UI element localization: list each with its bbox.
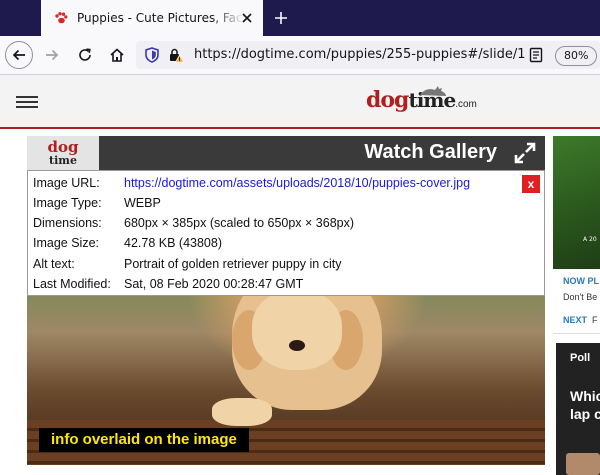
- poll-question-line1: Whic: [570, 388, 600, 404]
- info-value: Portrait of golden retriever puppy in ci…: [124, 257, 342, 271]
- logo-com-text: .com: [455, 99, 477, 110]
- rail-divider: [553, 333, 600, 334]
- image-url-link[interactable]: https://dogtime.com/assets/uploads/2018/…: [124, 176, 470, 190]
- reader-view-icon[interactable]: [528, 47, 544, 63]
- gallery-logo-dog: dog: [47, 138, 79, 156]
- url-text: https://dogtime.com/puppies/255-puppies#…: [194, 47, 526, 62]
- info-key: Image URL:: [33, 176, 100, 190]
- gallery-logo-time: time: [49, 154, 77, 167]
- puppy-head: [252, 290, 342, 370]
- tracking-shield-icon[interactable]: [144, 47, 160, 63]
- info-key: Image Type:: [33, 196, 102, 210]
- header-divider: [0, 127, 600, 129]
- url-bar[interactable]: https://dogtime.com/puppies/255-puppies#…: [136, 41, 600, 69]
- next-label[interactable]: NEXT: [563, 315, 587, 325]
- cat-silhouette-icon: [420, 86, 446, 96]
- paw-icon: [53, 10, 69, 26]
- next-title[interactable]: F: [592, 315, 598, 325]
- now-playing-title[interactable]: Don't Be: [563, 292, 597, 302]
- info-value: 42.78 KB (43808): [124, 236, 222, 250]
- hamburger-menu-icon[interactable]: [16, 96, 38, 108]
- close-tab-icon[interactable]: [239, 10, 255, 26]
- info-value: WEBP: [124, 196, 161, 210]
- now-playing-label[interactable]: NOW PL: [563, 276, 599, 286]
- info-key: Last Modified:: [33, 277, 111, 291]
- poll-question-line2: lap c: [570, 406, 600, 422]
- info-value: 680px × 385px (scaled to 650px × 368px): [124, 216, 355, 230]
- info-key: Dimensions:: [33, 216, 102, 230]
- zoom-level-badge[interactable]: 80%: [555, 46, 598, 66]
- tab-title: Puppies - Cute Pictures, Facts, and Info…: [77, 11, 245, 25]
- info-key: Alt text:: [33, 257, 75, 271]
- forward-button[interactable]: [38, 41, 66, 69]
- tab-strip: Puppies - Cute Pictures, Facts, and Info…: [0, 0, 600, 36]
- navigation-toolbar: https://dogtime.com/puppies/255-puppies#…: [0, 36, 600, 75]
- info-value: Sat, 08 Feb 2020 00:28:47 GMT: [124, 277, 304, 291]
- watch-gallery-label[interactable]: Watch Gallery: [364, 141, 497, 164]
- close-info-button[interactable]: x: [522, 175, 540, 193]
- home-button[interactable]: [103, 41, 131, 69]
- poll-card[interactable]: Poll Whic lap c: [556, 343, 600, 475]
- info-key: Image Size:: [33, 236, 100, 250]
- reload-button[interactable]: [71, 41, 99, 69]
- lock-warning-icon[interactable]: [168, 47, 184, 63]
- rail-advertisement[interactable]: A 20: [553, 136, 600, 269]
- overlay-caption: info overlaid on the image: [39, 428, 249, 452]
- image-info-panel: Image URL: https://dogtime.com/assets/up…: [27, 170, 545, 296]
- site-header: dog time .com: [0, 75, 600, 127]
- ad-caption: A 20: [583, 236, 597, 243]
- fullscreen-expand-icon[interactable]: [513, 141, 537, 165]
- active-tab[interactable]: Puppies - Cute Pictures, Facts, and Info…: [41, 0, 263, 36]
- gallery-toolbar: dog time Watch Gallery: [27, 136, 545, 170]
- back-button[interactable]: [5, 41, 33, 69]
- site-logo[interactable]: dog time .com: [366, 86, 477, 117]
- poll-thumbnail: [566, 453, 600, 475]
- poll-label: Poll: [570, 352, 591, 364]
- puppy-nose: [289, 340, 305, 351]
- puppy-paw: [212, 398, 272, 426]
- gallery-logo: dog time: [27, 136, 99, 170]
- new-tab-icon[interactable]: [271, 8, 291, 28]
- logo-dog-text: dog: [366, 87, 409, 113]
